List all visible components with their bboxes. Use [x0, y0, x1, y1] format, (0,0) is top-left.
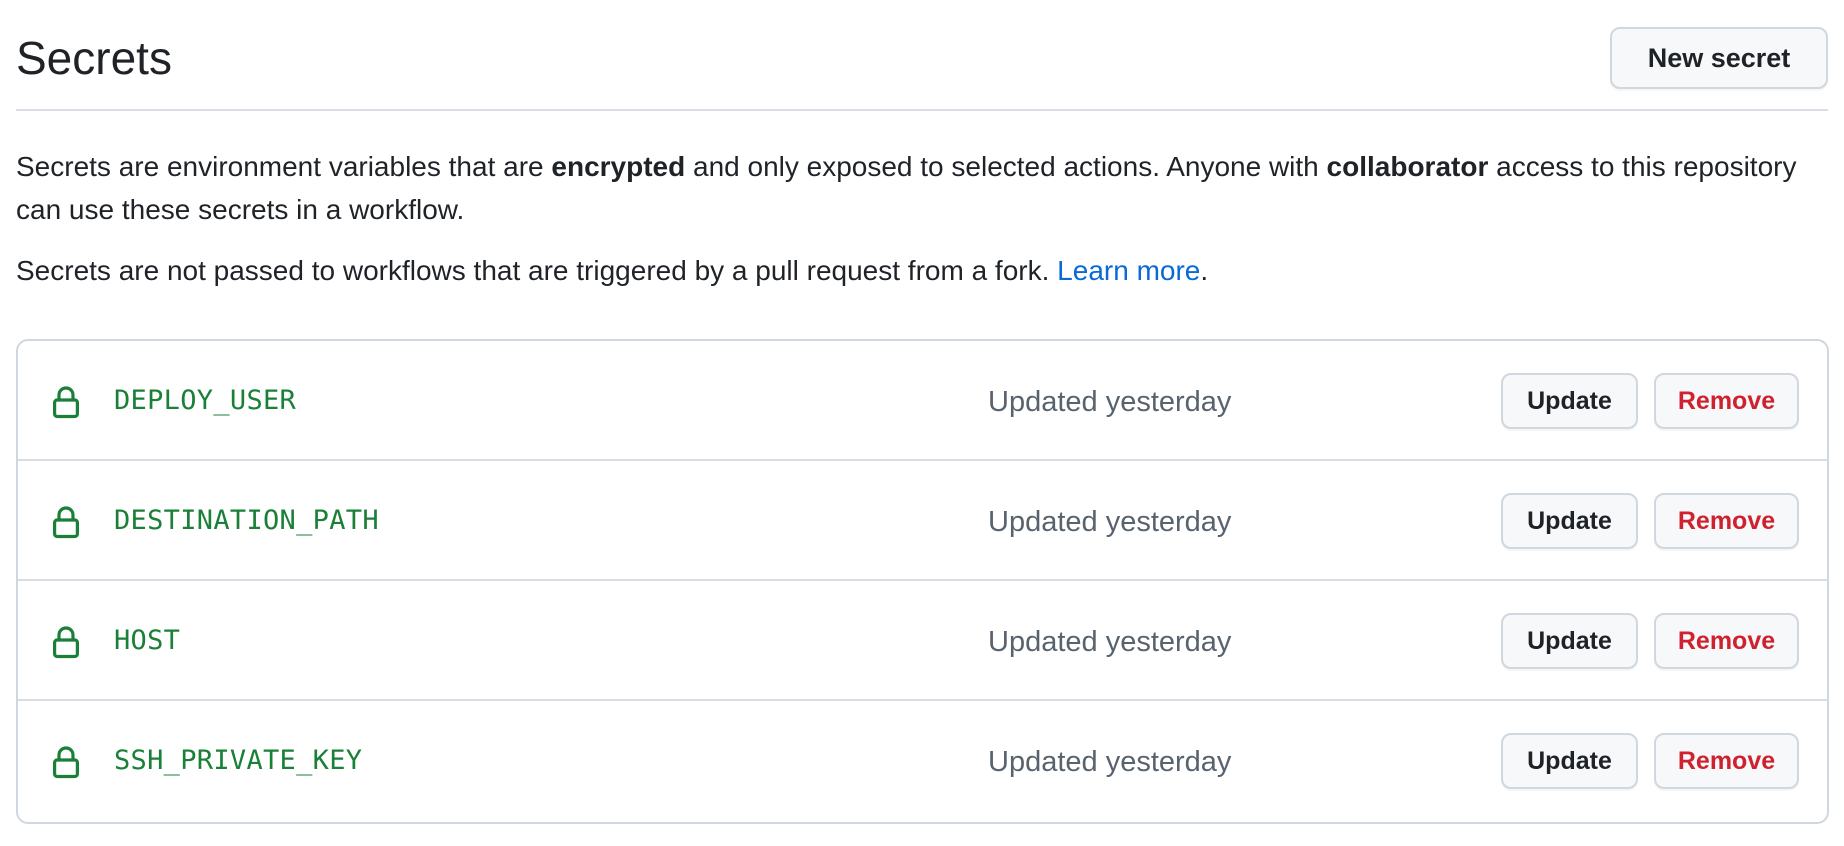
secrets-list: DEPLOY_USER Updated yesterday Update Rem… [16, 339, 1829, 824]
remove-button[interactable]: Remove [1654, 493, 1799, 549]
secret-name: SSH_PRIVATE_KEY [114, 745, 363, 776]
learn-more-link[interactable]: Learn more [1057, 255, 1200, 286]
update-button[interactable]: Update [1501, 373, 1638, 429]
description-text: and only exposed to selected actions. An… [685, 151, 1327, 182]
lock-icon [52, 626, 79, 659]
remove-button[interactable]: Remove [1654, 373, 1799, 429]
secret-row: DEPLOY_USER Updated yesterday Update Rem… [18, 341, 1827, 461]
secret-row: DESTINATION_PATH Updated yesterday Updat… [18, 461, 1827, 581]
page-header: Secrets New secret [16, 0, 1828, 111]
lock-icon [52, 506, 79, 539]
description-period: . [1200, 255, 1209, 286]
update-button[interactable]: Update [1501, 493, 1638, 549]
description-text: Secrets are not passed to workflows that… [16, 255, 1058, 286]
updated-timestamp: Updated yesterday [988, 746, 1232, 778]
secret-row: HOST Updated yesterday Update Remove [18, 581, 1827, 701]
description-bold-encrypted: encrypted [551, 151, 686, 182]
description-paragraph-1: Secrets are environment variables that a… [16, 145, 1826, 231]
lock-icon [52, 386, 79, 419]
description-text: Secrets are environment variables that a… [16, 151, 552, 182]
secret-name: HOST [114, 625, 181, 656]
remove-button[interactable]: Remove [1654, 733, 1799, 789]
secret-name: DEPLOY_USER [114, 385, 297, 416]
lock-icon [52, 746, 79, 779]
page-title: Secrets [16, 32, 172, 84]
secret-name: DESTINATION_PATH [114, 505, 379, 536]
updated-timestamp: Updated yesterday [988, 386, 1232, 418]
description-paragraph-2: Secrets are not passed to workflows that… [16, 249, 1826, 292]
secret-row: SSH_PRIVATE_KEY Updated yesterday Update… [18, 701, 1827, 821]
update-button[interactable]: Update [1501, 613, 1638, 669]
new-secret-button[interactable]: New secret [1610, 27, 1828, 89]
updated-timestamp: Updated yesterday [988, 626, 1232, 658]
updated-timestamp: Updated yesterday [988, 506, 1232, 538]
description-bold-collaborator: collaborator [1326, 151, 1489, 182]
secrets-page: Secrets New secret Secrets are environme… [0, 0, 1844, 846]
update-button[interactable]: Update [1501, 733, 1638, 789]
remove-button[interactable]: Remove [1654, 613, 1799, 669]
